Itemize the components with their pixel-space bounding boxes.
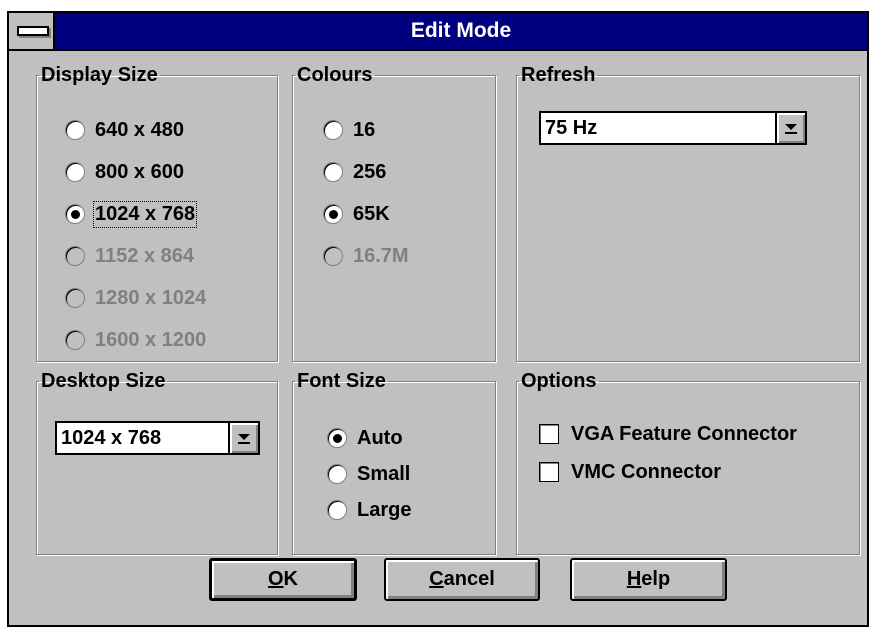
refresh-value: 75 Hz: [545, 117, 598, 139]
title-bar: Edit Mode: [9, 13, 867, 51]
radio-button[interactable]: [327, 464, 347, 484]
radio-button[interactable]: [323, 162, 343, 182]
radio-1280x1024: 1280 x 1024: [65, 285, 206, 311]
checkbox-label: VGA Feature Connector: [571, 422, 797, 445]
cancel-button[interactable]: Cancel: [384, 558, 540, 601]
desktop-size-value: 1024 x 768: [61, 427, 162, 449]
display-size-group: Display Size 640 x 480 800 x 600 1024 x …: [36, 65, 278, 362]
desktop-size-dropdown-button[interactable]: [228, 423, 258, 453]
radio-button[interactable]: [323, 120, 343, 140]
radio-label: 16: [353, 118, 376, 141]
ok-button[interactable]: OK: [209, 558, 357, 601]
arrow-down-icon: [238, 434, 250, 444]
checkbox[interactable]: [539, 424, 559, 444]
window-title: Edit Mode: [410, 19, 512, 42]
refresh-dropdown-button[interactable]: [775, 113, 805, 143]
desktop-size-dropdown[interactable]: 1024 x 768: [55, 421, 260, 455]
radio-640x480[interactable]: 640 x 480: [65, 117, 184, 143]
checkbox-vga-feature-connector[interactable]: VGA Feature Connector: [539, 421, 797, 447]
radio-colours-65k[interactable]: 65K: [323, 201, 390, 227]
radio-font-large[interactable]: Large: [327, 497, 411, 523]
radio-button[interactable]: [65, 162, 85, 182]
help-label: elp: [641, 568, 671, 590]
radio-label: 1152 x 864: [95, 244, 194, 267]
radio-label: 65K: [353, 202, 390, 225]
radio-button: [65, 330, 85, 350]
system-menu-icon: [17, 26, 49, 36]
display-size-legend: Display Size: [41, 64, 158, 86]
checkbox-label: VMC Connector: [571, 460, 721, 483]
desktop-size-legend: Desktop Size: [41, 370, 166, 392]
radio-label: 16.7M: [353, 244, 409, 267]
radio-font-small[interactable]: Small: [327, 461, 410, 487]
font-size-legend: Font Size: [297, 370, 386, 392]
help-mnemonic: H: [626, 568, 642, 590]
colours-legend: Colours: [297, 64, 373, 86]
system-menu-button[interactable]: [9, 13, 55, 49]
radio-label: 1024 x 768: [92, 200, 198, 228]
radio-button[interactable]: [323, 204, 343, 224]
arrow-down-icon: [785, 124, 797, 134]
help-button[interactable]: Help: [570, 558, 727, 601]
radio-label: Large: [357, 498, 412, 521]
options-group: Options VGA Feature Connector VMC Connec…: [516, 371, 860, 555]
radio-colours-16-7m: 16.7M: [323, 243, 409, 269]
refresh-dropdown[interactable]: 75 Hz: [539, 111, 807, 145]
radio-button[interactable]: [65, 204, 85, 224]
edit-mode-dialog: Edit Mode Display Size 640 x 480 800 x 6…: [7, 11, 869, 627]
radio-button: [65, 246, 85, 266]
radio-label: 1280 x 1024: [95, 286, 207, 309]
radio-colours-256[interactable]: 256: [323, 159, 386, 185]
radio-label: 1600 x 1200: [95, 328, 207, 351]
cancel-mnemonic: C: [429, 568, 444, 590]
radio-label: 800 x 600: [95, 160, 184, 183]
desktop-size-group: Desktop Size 1024 x 768: [36, 371, 278, 555]
ok-label: K: [283, 568, 298, 590]
radio-1024x768[interactable]: 1024 x 768: [65, 200, 198, 228]
radio-label: Auto: [357, 426, 403, 449]
radio-800x600[interactable]: 800 x 600: [65, 159, 184, 185]
radio-label: 640 x 480: [95, 118, 184, 141]
refresh-legend: Refresh: [521, 64, 596, 86]
ok-mnemonic: O: [267, 568, 284, 590]
radio-button[interactable]: [65, 120, 85, 140]
radio-font-auto[interactable]: Auto: [327, 425, 403, 451]
font-size-group: Font Size Auto Small Large: [292, 371, 496, 555]
options-legend: Options: [521, 370, 597, 392]
radio-button[interactable]: [327, 428, 347, 448]
radio-button: [323, 246, 343, 266]
radio-1600x1200: 1600 x 1200: [65, 327, 206, 353]
radio-button: [65, 288, 85, 308]
checkbox-vmc-connector[interactable]: VMC Connector: [539, 459, 721, 485]
radio-label: 256: [353, 160, 387, 183]
checkbox[interactable]: [539, 462, 559, 482]
radio-colours-16[interactable]: 16: [323, 117, 375, 143]
colours-group: Colours 16 256 65K 16.7M: [292, 65, 496, 362]
radio-button[interactable]: [327, 500, 347, 520]
radio-1152x864: 1152 x 864: [65, 243, 194, 269]
radio-label: Small: [357, 462, 411, 485]
cancel-label: ancel: [443, 568, 495, 590]
refresh-group: Refresh 75 Hz: [516, 65, 860, 362]
